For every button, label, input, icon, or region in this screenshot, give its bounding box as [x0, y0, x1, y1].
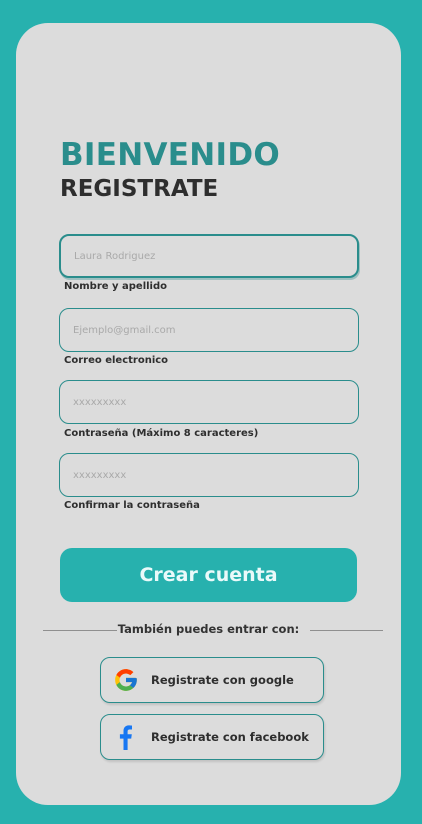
registration-card: BIENVENIDO REGISTRATE Nombre y apellido …	[16, 23, 401, 805]
google-signup-label: Registrate con google	[151, 673, 294, 687]
password-input[interactable]	[60, 381, 358, 423]
facebook-icon	[119, 725, 132, 750]
password-field-label: Contraseña (Máximo 8 caracteres)	[64, 428, 259, 439]
facebook-signup-button[interactable]: Registrate con facebook	[100, 714, 324, 760]
email-input[interactable]	[60, 309, 358, 351]
google-signup-button[interactable]: Registrate con google	[100, 657, 324, 703]
confirm-password-field[interactable]	[59, 453, 359, 497]
confirm-password-field-label: Confirmar la contraseña	[64, 500, 200, 511]
page-title: BIENVENIDO	[60, 137, 281, 173]
create-account-button[interactable]: Crear cuenta	[60, 548, 357, 602]
name-field[interactable]	[59, 234, 359, 278]
email-field[interactable]	[59, 308, 359, 352]
email-field-label: Correo electronico	[64, 355, 169, 366]
google-icon	[115, 669, 137, 691]
divider-text: También puedes entrar con:	[117, 622, 300, 636]
name-input[interactable]	[61, 236, 357, 276]
page-subtitle: REGISTRATE	[60, 176, 219, 202]
facebook-signup-label: Registrate con facebook	[151, 730, 309, 744]
divider-line-right	[310, 630, 383, 631]
name-field-label: Nombre y apellido	[64, 281, 168, 292]
confirm-password-input[interactable]	[60, 454, 358, 496]
password-field[interactable]	[59, 380, 359, 424]
